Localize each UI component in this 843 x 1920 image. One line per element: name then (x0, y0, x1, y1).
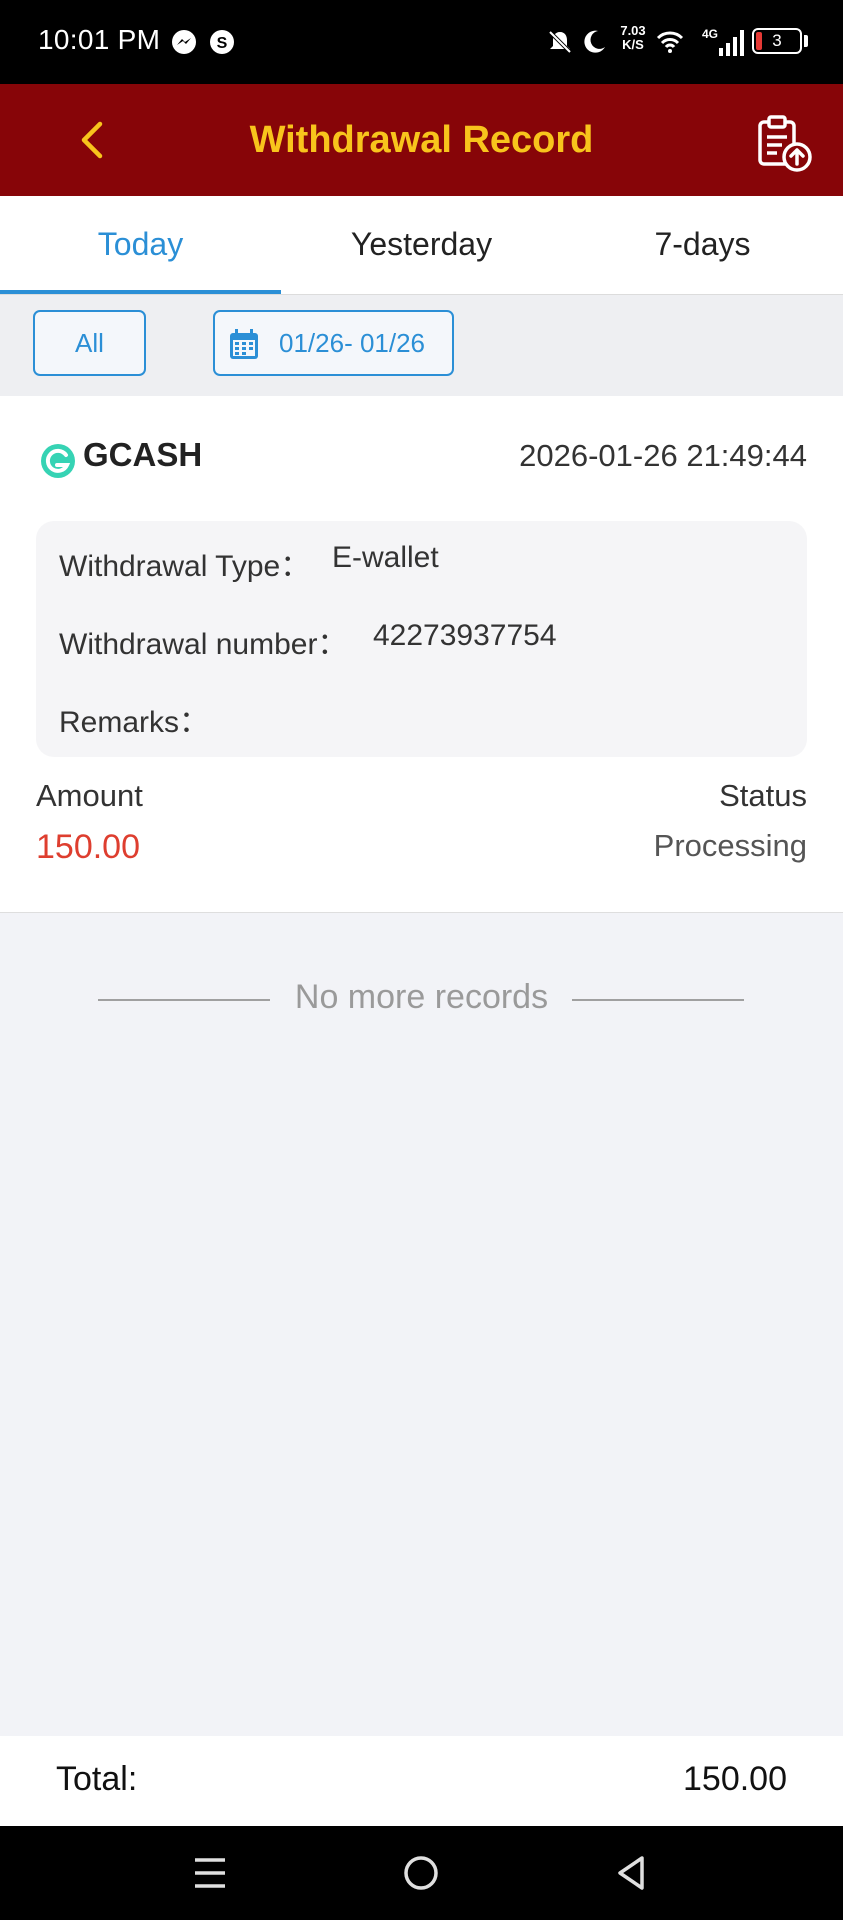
page-title: Withdrawal Record (249, 119, 594, 161)
record-datetime: 2026-01-26 21:49:44 (519, 438, 807, 473)
network-type: 4G (702, 27, 719, 41)
gcash-logo-icon (41, 444, 75, 478)
tab-yesterday[interactable]: Yesterday (281, 196, 562, 294)
remarks-label: Remarks： (59, 706, 210, 739)
home-icon[interactable] (402, 1854, 440, 1892)
date-range-button[interactable]: 01/26- 01/26 (213, 310, 454, 376)
net-speed-unit: K/S (622, 37, 644, 52)
back-icon[interactable] (614, 1854, 648, 1892)
status-bar: 10:01 PM S 7.03 K/S 4G 3 (0, 0, 843, 84)
menu-icon[interactable] (193, 1855, 227, 1891)
status-label: Status (719, 778, 807, 813)
battery-tip (804, 35, 808, 47)
s-app-icon: S (210, 30, 234, 54)
withdrawal-number-label: Withdrawal number： (59, 628, 348, 661)
payment-method-name: GCASH (83, 436, 203, 473)
battery-percent: 3 (772, 31, 782, 50)
status-value: Processing (653, 828, 807, 863)
withdrawal-number-value: 42273937754 (373, 619, 557, 652)
tab-today[interactable]: Today (0, 196, 281, 294)
clipboard-upload-icon[interactable] (752, 112, 814, 174)
total-value: 150.00 (683, 1760, 787, 1798)
calendar-icon (230, 329, 258, 359)
total-bar: Total: 150.00 (0, 1736, 843, 1826)
withdrawal-type-value: E-wallet (332, 541, 439, 574)
system-navigation-bar (0, 1826, 843, 1920)
wifi-icon (656, 31, 684, 53)
chevron-left-icon[interactable] (68, 114, 120, 166)
amount-label: Amount (36, 778, 143, 813)
mute-icon (548, 30, 572, 54)
tab-7-days[interactable]: 7-days (562, 196, 843, 294)
status-time: 10:01 PM (38, 24, 161, 55)
amount-value: 150.00 (36, 828, 140, 866)
moon-icon (584, 30, 605, 53)
battery-icon: 3 (752, 28, 802, 54)
signal-icon (719, 30, 744, 56)
date-tabs: Today Yesterday 7-days (0, 196, 843, 295)
active-tab-indicator (0, 290, 281, 294)
no-more-records-text: No more records (294, 978, 549, 1016)
divider-right (572, 999, 744, 1001)
net-speed-value: 7.03 (620, 23, 646, 38)
record-details: Withdrawal Type： E-wallet Withdrawal num… (36, 521, 807, 757)
net-speed: 7.03 K/S (616, 24, 650, 52)
total-label: Total: (56, 1760, 138, 1798)
withdrawal-type-label: Withdrawal Type： (59, 550, 311, 583)
app-header: Withdrawal Record (0, 84, 843, 196)
date-range-text: 01/26- 01/26 (279, 328, 426, 358)
messenger-icon (172, 30, 196, 54)
type-filter-button[interactable]: All (33, 310, 146, 376)
svg-text:S: S (217, 35, 228, 52)
